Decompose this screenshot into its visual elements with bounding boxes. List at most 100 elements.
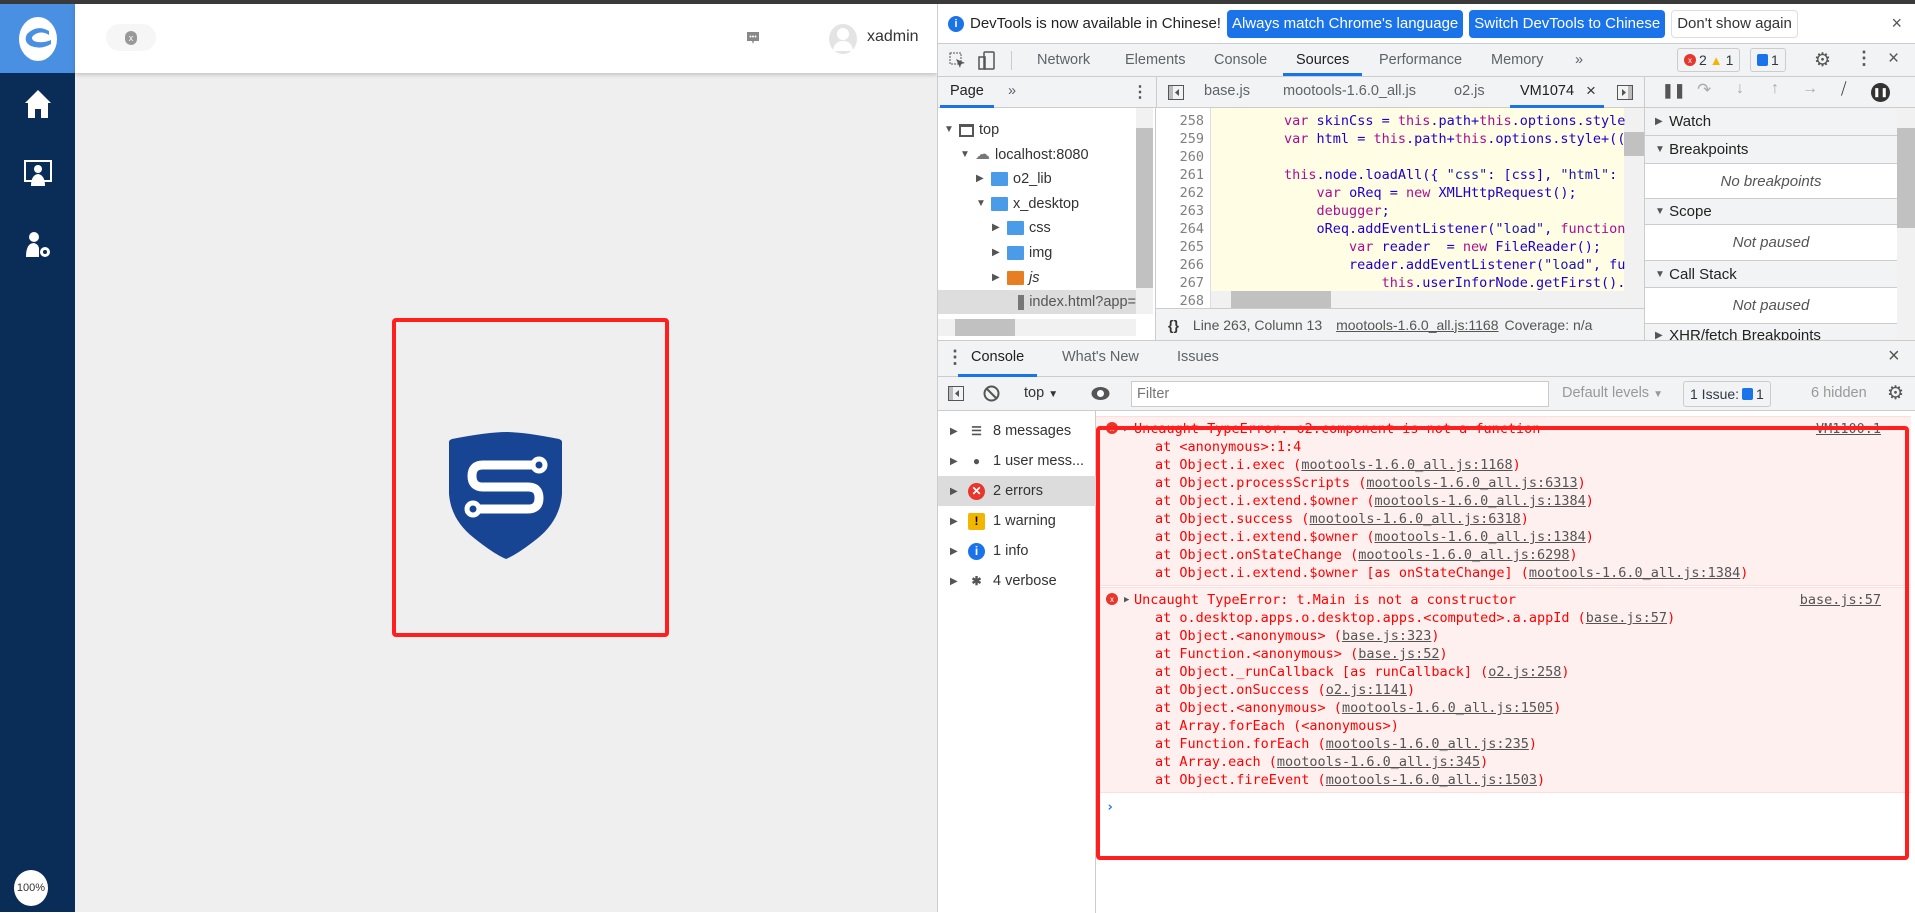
match-language-button[interactable]: Always match Chrome's language — [1226, 9, 1464, 38]
sidebar-scrollbar[interactable] — [1897, 108, 1915, 340]
tree-item[interactable]: ▼ ☁ localhost:8080 — [960, 143, 1089, 167]
toggle-navigator-icon[interactable] — [1168, 85, 1184, 100]
breakpoints-section[interactable]: ▼ Breakpoints — [1645, 136, 1897, 164]
editor-vertical-scrollbar[interactable] — [1624, 108, 1644, 308]
editor-horizontal-scrollbar[interactable] — [1211, 291, 1624, 308]
tree-arrow-icon[interactable]: ▶ — [976, 167, 986, 191]
pause-on-exceptions-icon[interactable]: ❚❚ — [1871, 83, 1890, 102]
tree-arrow-icon[interactable]: ▶ — [992, 241, 1002, 265]
nav-home[interactable] — [0, 84, 75, 124]
switch-language-button[interactable]: Switch DevTools to Chinese — [1469, 9, 1666, 38]
drawer-tab-issues[interactable]: Issues — [1177, 341, 1219, 377]
line-number[interactable]: 261 — [1156, 166, 1204, 184]
tree-item[interactable]: ▼ top — [944, 118, 999, 142]
tree-item[interactable]: index.html?app= — [938, 290, 1136, 315]
step-icon[interactable]: → — [1802, 80, 1818, 98]
call-stack-section[interactable]: ▼ Call Stack — [1645, 261, 1897, 288]
console-sidebar-item[interactable]: ▶ ✕ 2 errors — [938, 476, 1096, 506]
show-sidebar-icon[interactable] — [948, 386, 964, 401]
navigator-vertical-scrollbar[interactable] — [1136, 108, 1153, 314]
tab-elements[interactable]: Elements — [1125, 44, 1185, 76]
pretty-print-icon[interactable]: {} — [1168, 317, 1179, 333]
nav-user-settings[interactable] — [0, 225, 75, 265]
deactivate-breakpoints-icon[interactable]: ⧸ — [1841, 81, 1846, 99]
line-number[interactable]: 267 — [1156, 274, 1204, 292]
tab-network[interactable]: Network — [1037, 44, 1090, 76]
source-map-link[interactable]: mootools-1.6.0_all.js:1168 — [1336, 317, 1498, 333]
device-toolbar-icon[interactable] — [978, 51, 995, 70]
tab-sources[interactable]: Sources — [1283, 44, 1363, 76]
close-drawer-icon[interactable]: × — [1888, 345, 1900, 368]
issues-counter[interactable]: 1 — [1750, 48, 1786, 72]
step-out-icon[interactable]: ↑ — [1771, 80, 1779, 98]
zoom-level-badge[interactable]: 100% — [14, 870, 48, 906]
toggle-debugger-icon[interactable] — [1617, 85, 1633, 100]
tab-console[interactable]: Console — [1214, 44, 1267, 76]
settings-gear-icon[interactable]: ⚙ — [1814, 49, 1831, 72]
tree-arrow-icon[interactable]: ▼ — [976, 192, 986, 216]
tree-arrow-icon[interactable]: ▶ — [992, 266, 1002, 290]
line-number[interactable]: 268 — [1156, 292, 1204, 308]
close-infobar-icon[interactable]: × — [1891, 13, 1902, 34]
step-over-icon[interactable]: ↷ — [1697, 80, 1711, 100]
user-name[interactable]: xadmin — [867, 28, 919, 46]
avatar[interactable] — [828, 23, 858, 55]
line-number[interactable]: 265 — [1156, 238, 1204, 256]
console-sidebar-item[interactable]: ▶! 1 warning — [938, 506, 1096, 536]
inspect-element-icon[interactable] — [949, 52, 966, 69]
context-selector[interactable]: top ▼ — [1024, 385, 1058, 401]
tab-performance[interactable]: Performance — [1379, 44, 1462, 76]
watch-section[interactable]: ▶ Watch — [1645, 108, 1897, 136]
navigator-menu-icon[interactable]: ⋮ — [1132, 82, 1148, 102]
console-sidebar-item[interactable]: ▶ ☰ 8 messages — [938, 416, 1096, 446]
line-number[interactable]: 263 — [1156, 202, 1204, 220]
error-warning-counter[interactable]: x 2 ▲ 1 — [1677, 48, 1741, 72]
navigator-more[interactable]: » — [1008, 77, 1016, 108]
tree-item[interactable]: ▶ img — [992, 241, 1052, 265]
console-sidebar-item[interactable]: ▶ i 1 info — [938, 536, 1096, 566]
close-icon[interactable]: x — [125, 30, 137, 45]
line-number[interactable]: 262 — [1156, 184, 1204, 202]
line-number[interactable]: 264 — [1156, 220, 1204, 238]
tree-item[interactable]: ▶ o2_lib — [976, 167, 1052, 191]
console-filter-input[interactable] — [1131, 381, 1549, 407]
tree-arrow-icon[interactable]: ▼ — [944, 118, 954, 142]
navigator-tab-page[interactable]: Page — [940, 77, 994, 108]
clear-console-icon[interactable] — [983, 385, 1000, 402]
editor-tab-mootools[interactable]: mootools-1.6.0_all.js — [1283, 77, 1416, 108]
navigator-horizontal-scrollbar[interactable] — [938, 319, 1136, 336]
more-tabs-button[interactable]: » — [1575, 44, 1583, 76]
more-options-icon[interactable]: ⋮ — [1855, 48, 1873, 69]
dont-show-again-button[interactable]: Don't show again — [1671, 9, 1798, 38]
line-number[interactable]: 259 — [1156, 130, 1204, 148]
tree-arrow-icon[interactable]: ▶ — [992, 216, 1002, 240]
close-devtools-icon[interactable]: × — [1888, 48, 1899, 70]
tab-pill[interactable]: x — [106, 24, 156, 51]
app-logo[interactable] — [0, 4, 75, 73]
line-number[interactable]: 266 — [1156, 256, 1204, 274]
tree-item[interactable]: ▶ js — [992, 266, 1039, 290]
tab-memory[interactable]: Memory — [1491, 44, 1543, 76]
step-into-icon[interactable]: ↓ — [1736, 80, 1744, 98]
editor-tab-o2-js[interactable]: o2.js — [1454, 77, 1485, 108]
console-sidebar-item[interactable]: ▶ ✱ 4 verbose — [938, 566, 1096, 596]
chat-icon[interactable] — [746, 31, 760, 45]
line-number[interactable]: 260 — [1156, 148, 1204, 166]
drawer-tab-whats-new[interactable]: What's New — [1062, 341, 1139, 377]
line-number[interactable]: 258 — [1156, 112, 1204, 130]
editor-tab-base-js[interactable]: base.js — [1204, 77, 1250, 108]
live-expression-eye-icon[interactable] — [1091, 386, 1110, 401]
scope-section[interactable]: ▼ Scope — [1645, 199, 1897, 225]
console-settings-icon[interactable]: ⚙ — [1887, 382, 1904, 405]
pause-icon[interactable]: ❚❚ — [1662, 82, 1685, 99]
nav-desktop-user[interactable] — [0, 154, 75, 194]
close-tab-icon[interactable]: × — [1586, 81, 1596, 101]
tree-item[interactable]: ▶ css — [992, 216, 1051, 240]
log-levels-dropdown[interactable]: Default levels ▼ — [1562, 385, 1663, 401]
tree-item[interactable]: ▼ x_desktop — [976, 192, 1079, 216]
console-sidebar-item[interactable]: ▶ ● 1 user mess... — [938, 446, 1096, 476]
drawer-tab-console[interactable]: Console — [958, 341, 1038, 377]
issues-button[interactable]: 1 Issue: 1 — [1683, 381, 1771, 407]
tree-arrow-icon[interactable]: ▼ — [960, 143, 970, 167]
code-editor[interactable]: 258 var skinCss = this.path+this.options… — [1156, 108, 1644, 308]
